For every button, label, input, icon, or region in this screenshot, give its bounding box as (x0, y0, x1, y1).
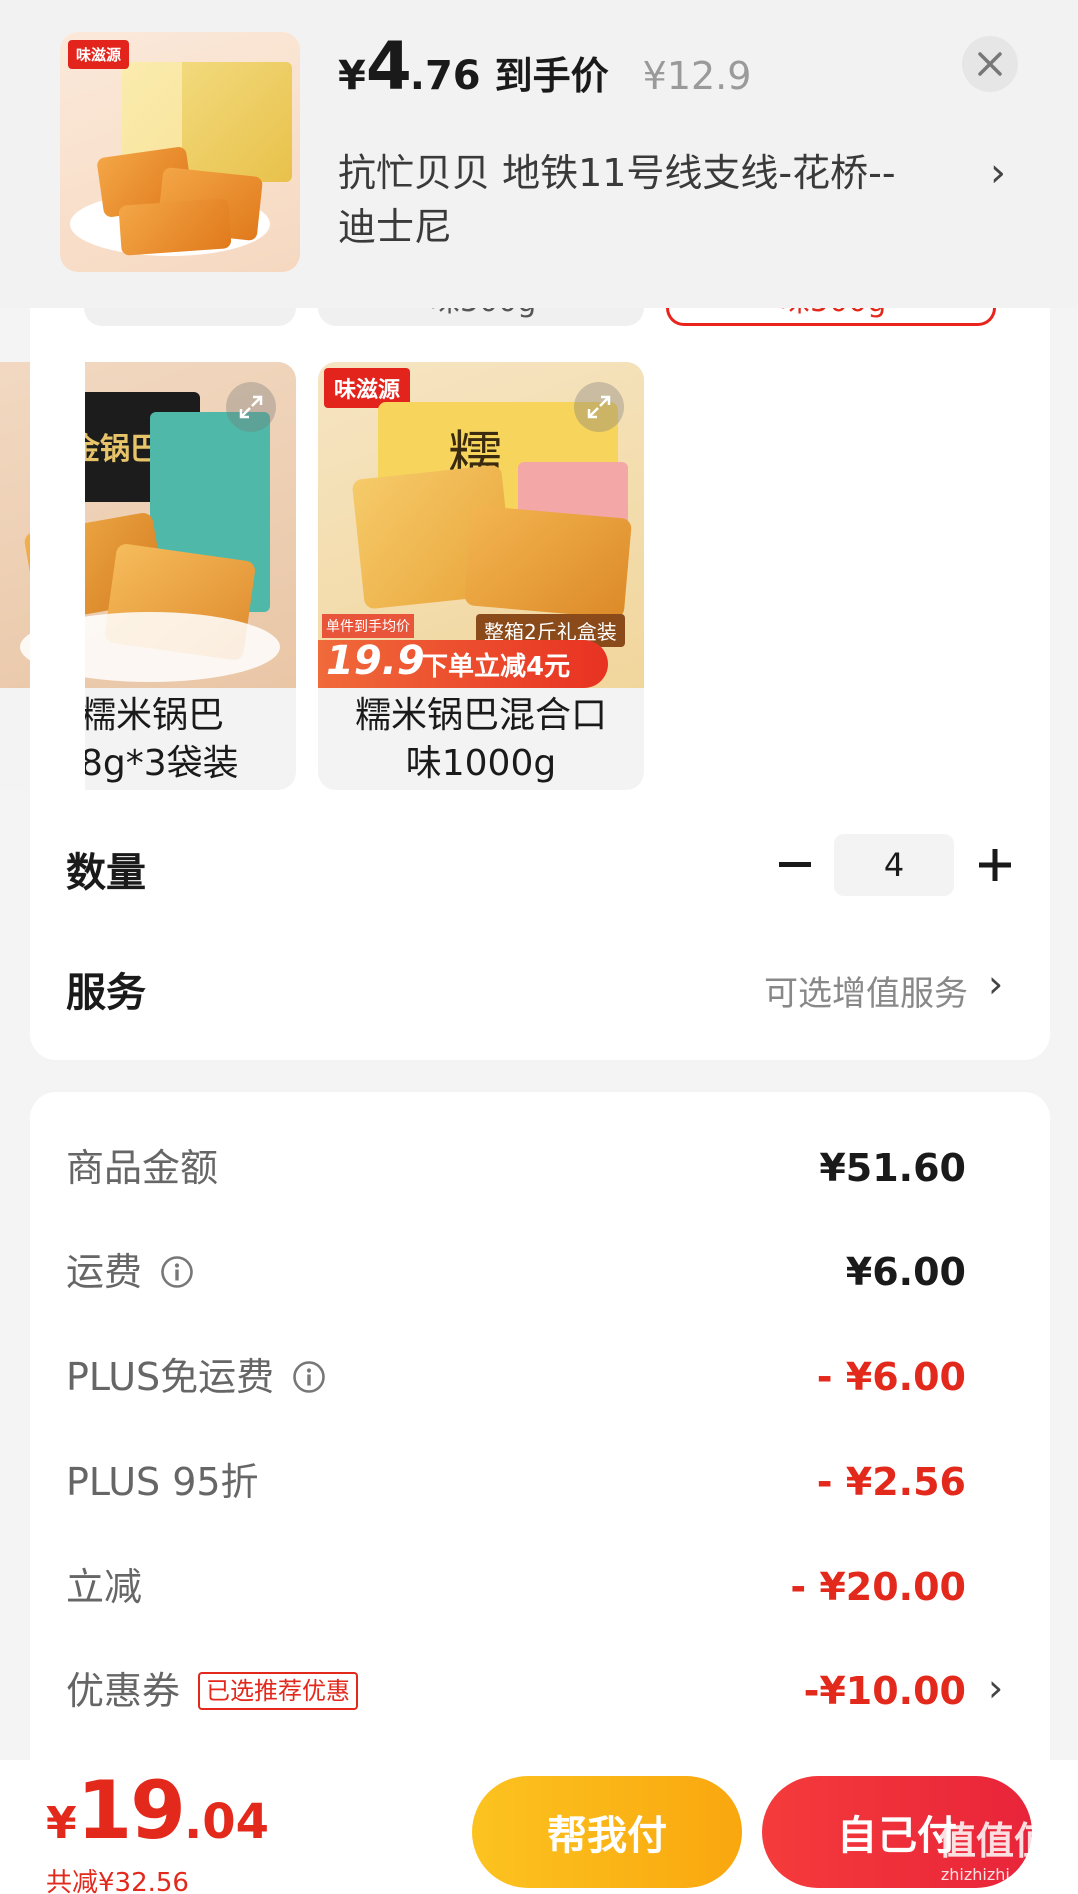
expand-image-button[interactable] (574, 382, 624, 432)
variant-promo-text: 下单立减4元 (422, 652, 571, 682)
close-icon (978, 52, 1002, 76)
price-tag-label: 到手价 (494, 54, 609, 98)
breakdown-value: -¥10.00 (803, 1669, 966, 1713)
minus-icon (779, 862, 811, 867)
breakdown-value: - ¥2.56 (816, 1460, 966, 1504)
checkout-bar: ¥ 19 .04 共减¥32.56 帮我付 自己付 (0, 1760, 1078, 1894)
help-me-pay-button[interactable]: 帮我付 (472, 1776, 742, 1888)
breakdown-value: ¥51.60 (819, 1146, 966, 1190)
deal-price: ¥ 4 .76 到手价 ¥12.9 (338, 28, 751, 108)
breakdown-row-shipping: 运费 ¥6.00 (66, 1242, 966, 1302)
variant-label-line: 糯米锅巴混合口 (354, 695, 607, 736)
total-saved: 共减¥32.56 (46, 1868, 189, 1894)
breakdown-row-goods-amount: 商品金额 ¥51.60 (66, 1138, 966, 1198)
service-value[interactable]: 可选增值服务 (764, 966, 968, 1015)
variant-label-line: 糯米锅巴 (80, 695, 225, 736)
price-integer: 4 (365, 28, 412, 105)
breakdown-label: 立减 (66, 1565, 143, 1609)
quantity-increase-button[interactable] (970, 838, 1020, 892)
breakdown-label: PLUS 95折 (66, 1460, 259, 1504)
original-price: ¥12.9 (642, 54, 752, 98)
watermark: 值值值 zhizhizhi.com (920, 1810, 1070, 1890)
watermark-url: zhizhizhi.com (940, 1865, 1050, 1884)
price-decimal: .76 (409, 53, 481, 99)
breakdown-label-text: 优惠券 (66, 1669, 181, 1713)
close-button[interactable] (962, 36, 1018, 92)
brand-badge: 味滋源 (68, 40, 130, 69)
rice-crisp-image (118, 198, 232, 256)
chevron-right-icon[interactable]: › (990, 150, 1006, 196)
breakdown-row-coupon[interactable]: 优惠券 已选推荐优惠 -¥10.00 (66, 1661, 966, 1721)
breakdown-label: 运费 (66, 1242, 194, 1302)
service-label: 服务 (66, 970, 146, 1016)
breakdown-row-instant-discount: 立减 - ¥20.00 (66, 1557, 966, 1617)
chevron-right-icon[interactable]: › (988, 1666, 1003, 1710)
breakdown-value: ¥6.00 (845, 1250, 966, 1294)
breakdown-label-text: PLUS免运费 (66, 1355, 275, 1399)
variant-label-line: 味1000g (405, 743, 557, 784)
variant-label: 糯米锅巴混合口 味1000g (318, 692, 644, 788)
variant-tile-mixed-1000g[interactable]: 味滋源 糯 单件到手均价 整箱2斤礼盒装 19.9 下单立减4元 糯米锅巴混合口… (318, 362, 644, 790)
shipping-address[interactable]: 抗忙贝贝 地铁11号线支线-花桥--迪士尼 (338, 146, 918, 254)
expand-icon (587, 395, 611, 419)
currency-symbol: ¥ (338, 53, 366, 99)
product-thumbnail[interactable]: 味滋源 (60, 32, 300, 272)
tile-clip-mask (30, 362, 85, 792)
currency-symbol: ¥ (46, 1798, 77, 1849)
plus-icon (979, 849, 1011, 881)
info-icon[interactable] (160, 1255, 194, 1289)
product-header: 味滋源 ¥ 4 .76 到手价 ¥12.9 抗忙贝贝 地铁11号线支线-花桥--… (0, 0, 1078, 308)
breakdown-label: 商品金额 (66, 1146, 219, 1190)
variant-label-line: 8g*3袋装 (80, 743, 239, 784)
variant-promo-price: 19.9 (326, 638, 425, 684)
breakdown-value: - ¥6.00 (816, 1355, 966, 1399)
total-decimal: .04 (183, 1794, 269, 1850)
expand-image-button[interactable] (226, 382, 276, 432)
info-icon[interactable] (292, 1360, 326, 1394)
quantity-decrease-button[interactable] (772, 838, 818, 892)
total-integer: 19 (76, 1764, 186, 1857)
variant-corner-text: 单件到手均价 (322, 614, 414, 638)
breakdown-value: - ¥20.00 (790, 1565, 966, 1609)
coupon-tag: 已选推荐优惠 (198, 1672, 359, 1710)
expand-icon (239, 395, 263, 419)
quantity-label: 数量 (66, 850, 146, 896)
chevron-right-icon[interactable]: › (988, 962, 1003, 1006)
watermark-text: 值值值 (937, 1819, 1052, 1863)
breakdown-row-plus-discount: PLUS 95折 - ¥2.56 (66, 1452, 966, 1512)
breakdown-label: 优惠券 已选推荐优惠 (66, 1661, 359, 1721)
total-price: ¥ 19 .04 (46, 1764, 269, 1857)
quantity-input[interactable]: 4 (834, 834, 954, 896)
breakdown-label: PLUS免运费 (66, 1347, 326, 1407)
breakdown-row-plus-free-shipping: PLUS免运费 - ¥6.00 (66, 1347, 966, 1407)
breakdown-label-text: 运费 (66, 1250, 143, 1294)
